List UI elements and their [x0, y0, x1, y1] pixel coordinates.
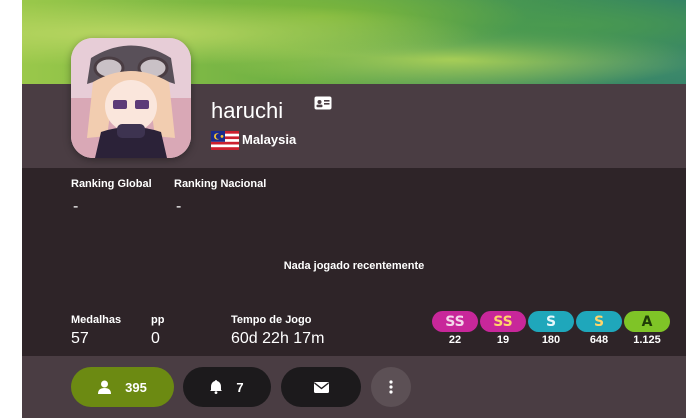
page: haruchi Malaysia Ranking Global - Rankin…: [0, 0, 686, 418]
grade-count: 648: [589, 334, 609, 346]
pp-label: pp: [151, 314, 165, 326]
grade-count: 22: [448, 334, 462, 346]
malaysia-flag-icon[interactable]: [211, 131, 239, 150]
grade-a: A 1.125: [624, 311, 670, 346]
profile-footer: 395 7: [22, 356, 686, 418]
medals-value: 57: [71, 330, 89, 347]
grade-badge: SS: [480, 311, 526, 332]
playtime-value: 60d 22h 17m: [231, 330, 325, 347]
grade-s-silver: S 180: [528, 311, 574, 346]
grade-ss-silver: SS 22: [432, 311, 478, 346]
global-rank-label: Ranking Global: [71, 178, 152, 190]
bell-icon: [210, 380, 223, 394]
user-icon: [98, 380, 112, 394]
friends-count: 395: [125, 379, 147, 395]
messages-button[interactable]: [281, 367, 361, 407]
notifications-button[interactable]: 7: [183, 367, 271, 407]
notifications-count: 7: [236, 379, 244, 395]
grade-badge: SS: [432, 311, 478, 332]
medals-label: Medalhas: [71, 314, 122, 326]
recent-activity-message: Nada jogado recentemente: [283, 260, 425, 272]
grade-badge: A: [624, 311, 670, 332]
grade-ss-gold: SS 19: [480, 311, 526, 346]
national-rank-label: Ranking Nacional: [174, 178, 267, 190]
grade-count: 19: [496, 334, 510, 346]
profile-card: haruchi Malaysia Ranking Global - Rankin…: [22, 0, 686, 418]
grade-counts: SS 22 SS 19 S 180 S 648 A 1.125: [432, 311, 672, 351]
username: haruchi: [211, 98, 284, 123]
country-name[interactable]: Malaysia: [242, 132, 296, 147]
grade-badge: S: [576, 311, 622, 332]
global-rank-value: -: [73, 198, 79, 215]
grade-count: 180: [541, 334, 561, 346]
grade-s-gold: S 648: [576, 311, 622, 346]
friends-button[interactable]: 395: [71, 367, 174, 407]
more-vertical-icon: [389, 380, 393, 394]
grade-badge: S: [528, 311, 574, 332]
grade-count: 1.125: [633, 334, 661, 346]
playtime-label: Tempo de Jogo: [231, 314, 312, 326]
mail-icon: [313, 381, 329, 393]
pp-value: 0: [151, 330, 160, 347]
national-rank-value: -: [176, 198, 182, 215]
avatar[interactable]: [71, 38, 191, 158]
id-card-icon[interactable]: [314, 96, 332, 110]
more-options-button[interactable]: [371, 367, 411, 407]
